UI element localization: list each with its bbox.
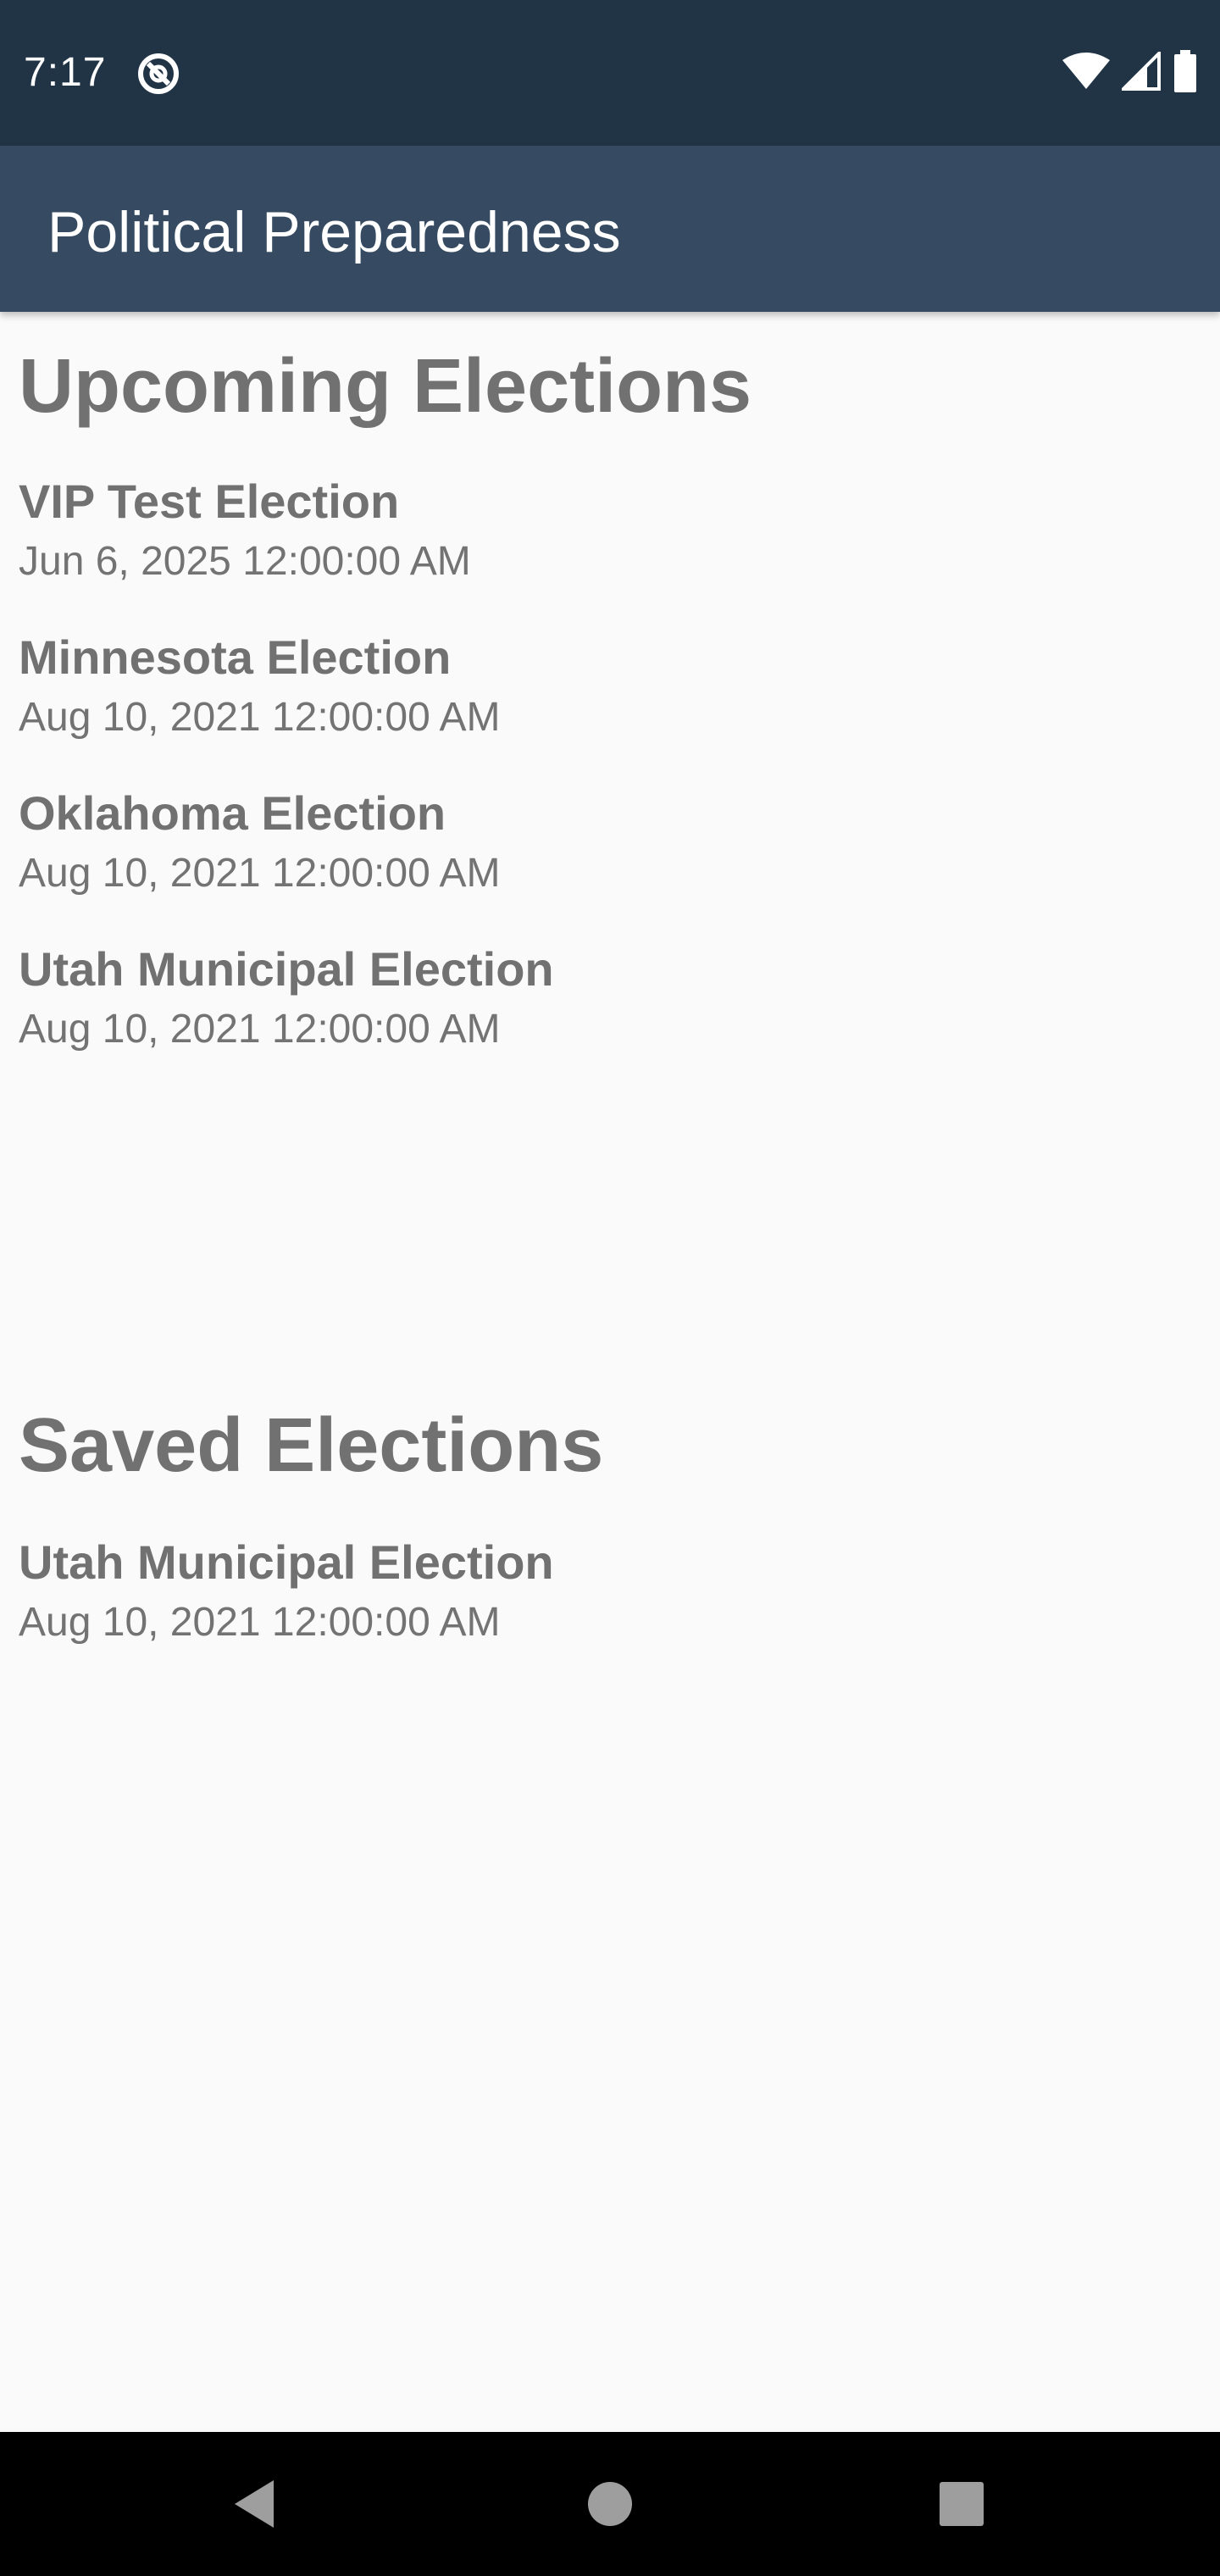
election-date: Aug 10, 2021 12:00:00 AM (19, 1007, 501, 1052)
saved-election-item[interactable]: Utah Municipal Election Aug 10, 2021 12:… (19, 1534, 1188, 1651)
home-icon[interactable] (572, 2466, 648, 2542)
saved-elections-heading: Saved Elections (19, 1403, 604, 1488)
election-name: VIP Test Election (19, 475, 400, 528)
election-name: Utah Municipal Election (19, 1535, 554, 1589)
app-notification-icon (136, 51, 181, 97)
app-bar: Political Preparedness (0, 146, 1220, 312)
back-icon[interactable] (217, 2466, 293, 2542)
status-icons (1062, 48, 1198, 97)
election-date: Aug 10, 2021 12:00:00 AM (19, 695, 501, 740)
recents-icon[interactable] (923, 2466, 1000, 2542)
election-name: Utah Municipal Election (19, 942, 554, 996)
election-date: Jun 6, 2025 12:00:00 AM (19, 539, 471, 584)
navigation-bar (0, 2432, 1220, 2576)
election-date: Aug 10, 2021 12:00:00 AM (19, 851, 501, 896)
upcoming-elections-heading: Upcoming Elections (19, 344, 752, 429)
status-time: 7:17 (24, 50, 107, 95)
election-date: Aug 10, 2021 12:00:00 AM (19, 1600, 501, 1645)
app-title: Political Preparedness (47, 200, 621, 264)
status-bar: 7:17 (0, 0, 1220, 146)
wifi-icon (1062, 52, 1110, 95)
battery-icon (1173, 49, 1198, 97)
signal-icon (1119, 48, 1161, 95)
election-name: Minnesota Election (19, 630, 452, 684)
upcoming-election-item[interactable]: Minnesota Election Aug 10, 2021 12:00:00… (19, 629, 1188, 746)
upcoming-election-item[interactable]: Oklahoma Election Aug 10, 2021 12:00:00 … (19, 785, 1188, 902)
election-name: Oklahoma Election (19, 786, 446, 840)
upcoming-election-item[interactable]: VIP Test Election Jun 6, 2025 12:00:00 A… (19, 473, 1188, 590)
upcoming-election-item[interactable]: Utah Municipal Election Aug 10, 2021 12:… (19, 941, 1188, 1058)
